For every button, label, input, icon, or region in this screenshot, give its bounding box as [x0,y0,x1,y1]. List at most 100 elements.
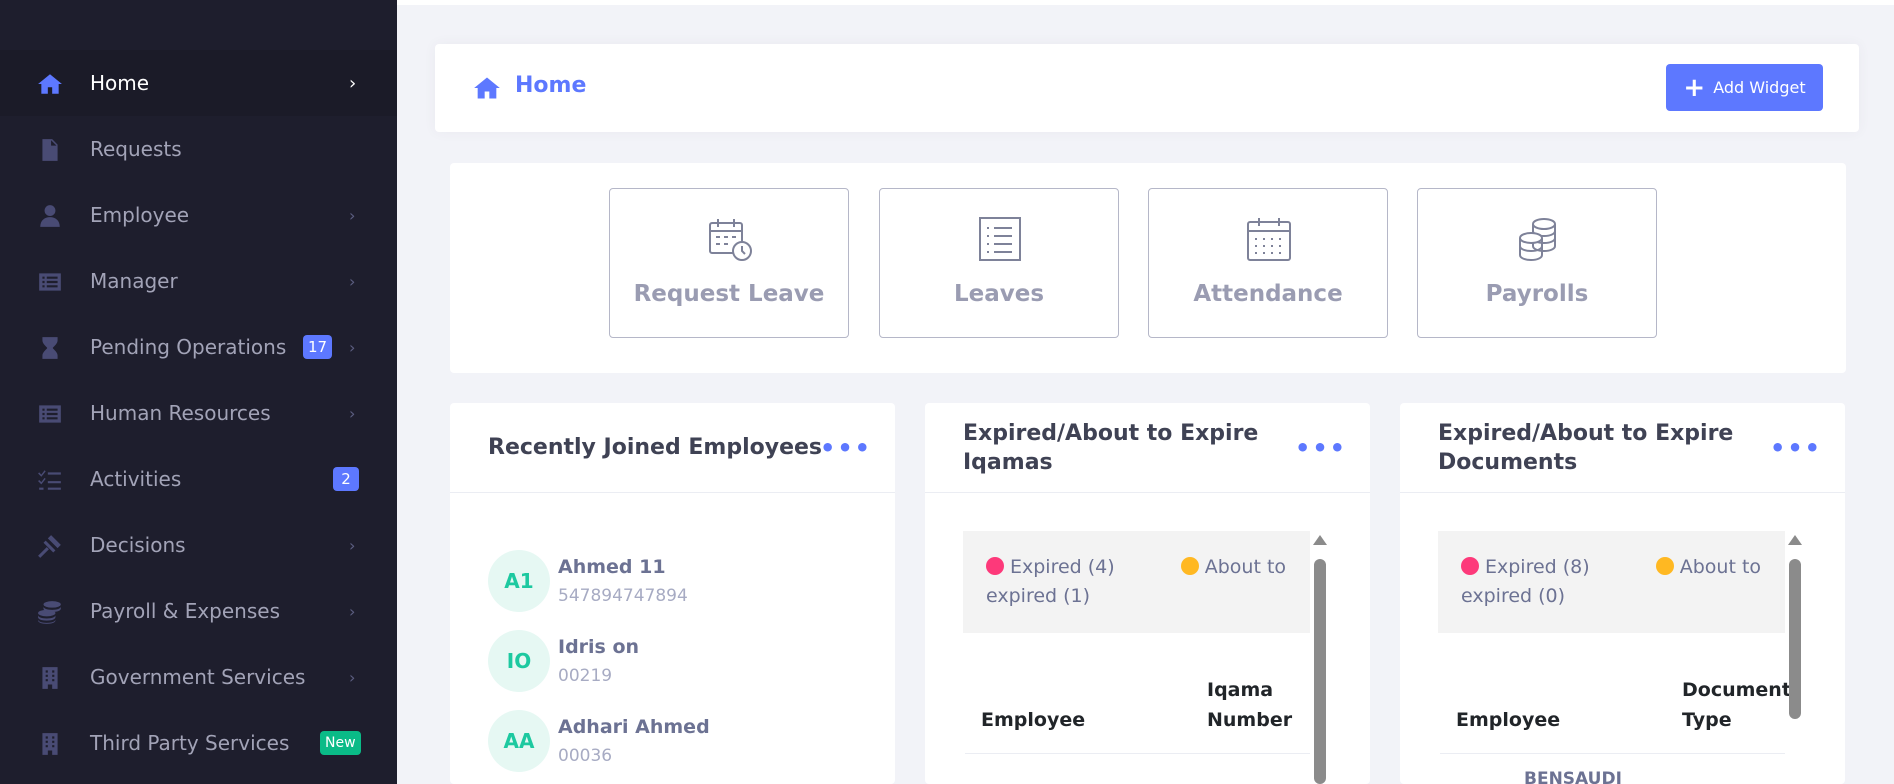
sidebar-item-label: Human Resources [90,401,271,425]
sidebar-item-payroll-expenses[interactable]: Payroll & Expenses › [0,578,397,644]
employee-name: Adhari Ahmed [558,716,710,738]
legend-expired: Expired (8) [1461,556,1590,578]
expiring-documents-widget: Expired/About to Expire Documents ••• Exp… [1400,403,1845,784]
quick-link-label: Request Leave [633,281,825,307]
list-icon [36,268,64,296]
sidebar-item-pending-operations[interactable]: Pending Operations 17 › [0,314,397,380]
list-item[interactable]: AA Adhari Ahmed 00036 [488,710,868,772]
chevron-right-icon: › [349,337,356,357]
yellow-dot-icon [1655,557,1674,575]
chevron-right-icon: › [349,535,356,555]
list-icon [36,400,64,428]
column-header-employee[interactable]: Employee [981,705,1085,735]
sidebar-item-employee[interactable]: Employee › [0,182,397,248]
employee-name: Ahmed 11 [558,556,666,578]
plus-icon: + [1683,72,1706,103]
red-dot-icon [986,557,1004,575]
scrollbar[interactable] [1785,531,1805,784]
sidebar-item-label: Pending Operations [90,335,287,359]
quick-link-payrolls[interactable]: Payrolls [1417,188,1657,338]
top-strip [397,0,1894,5]
employee-id: 00219 [558,666,613,686]
user-icon [36,202,64,230]
sidebar-item-manager[interactable]: Manager › [0,248,397,314]
widget-header: Recently Joined Employees ••• [450,403,895,493]
employee-id: 00036 [558,746,613,766]
scroll-up-icon[interactable] [1313,535,1327,545]
sidebar-item-requests[interactable]: Requests [0,116,397,182]
sidebar-item-home[interactable]: Home › [0,50,397,116]
sidebar-item-label: Decisions [90,533,186,557]
checklist-icon [36,466,64,494]
quick-link-leaves[interactable]: Leaves [879,188,1119,338]
column-header-employee[interactable]: Employee [1456,705,1560,735]
column-header-iqama-number[interactable]: Iqama Number [1207,675,1292,735]
more-icon[interactable]: ••• [1770,436,1822,460]
sidebar-item-label: Home [90,71,150,95]
quick-link-label: Leaves [953,281,1045,307]
chart-legend: Expired (4) About to expired (1) [963,531,1310,633]
quick-links-card: Request Leave Leaves Attendance Payrolls [450,163,1846,373]
hourglass-icon [36,334,64,362]
new-badge: New [320,731,361,755]
avatar: A1 [488,550,550,612]
home-icon [472,74,502,102]
chevron-right-icon: › [349,72,357,94]
chevron-right-icon: › [349,205,356,225]
document-icon [36,136,64,164]
list-item[interactable]: A1 Ahmed 11 547894747894 [488,550,868,612]
sidebar-item-label: Manager [90,269,178,293]
calendar-clock-icon [706,215,754,263]
widget-title: Expired/About to Expire Documents [1438,421,1734,475]
sidebar: Home › Requests Employee › Manager › Pen… [0,0,397,784]
divider [1440,753,1785,754]
red-dot-icon [1461,557,1479,575]
scrollbar-thumb[interactable] [1789,559,1801,719]
more-icon[interactable]: ••• [820,436,872,460]
building-icon [36,664,64,692]
chevron-right-icon: › [349,667,356,687]
coins-icon [36,598,64,626]
quick-link-label: Attendance [1193,281,1343,307]
avatar: IO [488,630,550,692]
scrollbar-thumb[interactable] [1314,559,1326,784]
widget-title: Recently Joined Employees [488,435,823,460]
building-icon [36,730,64,758]
sidebar-item-label: Requests [90,137,182,161]
scrollbar[interactable] [1310,531,1330,784]
coins-icon [1514,215,1562,263]
quick-link-attendance[interactable]: Attendance [1148,188,1388,338]
sidebar-item-government-services[interactable]: Government Services › [0,644,397,710]
chevron-right-icon: › [349,271,356,291]
list-item[interactable]: IO Idris on 00219 [488,630,868,692]
sidebar-item-label: Third Party Services [90,731,290,755]
more-icon[interactable]: ••• [1295,436,1347,460]
legend-expired: Expired (4) [986,556,1115,578]
widget-title: Expired/About to Expire Iqamas [963,421,1259,475]
sidebar-item-label: Activities [90,467,182,491]
quick-link-request-leave[interactable]: Request Leave [609,188,849,338]
avatar: AA [488,710,550,772]
column-header-document-type[interactable]: Document Type [1682,675,1791,735]
sidebar-item-third-party-services[interactable]: Third Party Services New [0,710,397,776]
page-title: Home [515,73,587,98]
sidebar-item-decisions[interactable]: Decisions › [0,512,397,578]
sidebar-item-activities[interactable]: Activities 2 [0,446,397,512]
gavel-icon [36,532,64,560]
widget-header: Expired/About to Expire Documents ••• [1400,403,1845,493]
add-widget-label: Add Widget [1713,78,1806,97]
sidebar-item-human-resources[interactable]: Human Resources › [0,380,397,446]
quick-link-label: Payrolls [1485,281,1589,307]
recently-joined-widget: Recently Joined Employees ••• A1 Ahmed 1… [450,403,895,784]
sidebar-item-label: Payroll & Expenses [90,599,280,623]
add-widget-button[interactable]: + Add Widget [1666,64,1823,111]
calendar-icon [1245,215,1293,263]
page-header: Home + Add Widget [435,44,1859,132]
chart-legend: Expired (8) About to expired (0) [1438,531,1785,633]
count-badge: 2 [333,467,359,491]
employee-id: 547894747894 [558,586,688,606]
sidebar-item-label: Government Services [90,665,306,689]
count-badge: 17 [303,335,333,359]
scroll-up-icon[interactable] [1788,535,1802,545]
sidebar-item-label: Employee [90,203,190,227]
